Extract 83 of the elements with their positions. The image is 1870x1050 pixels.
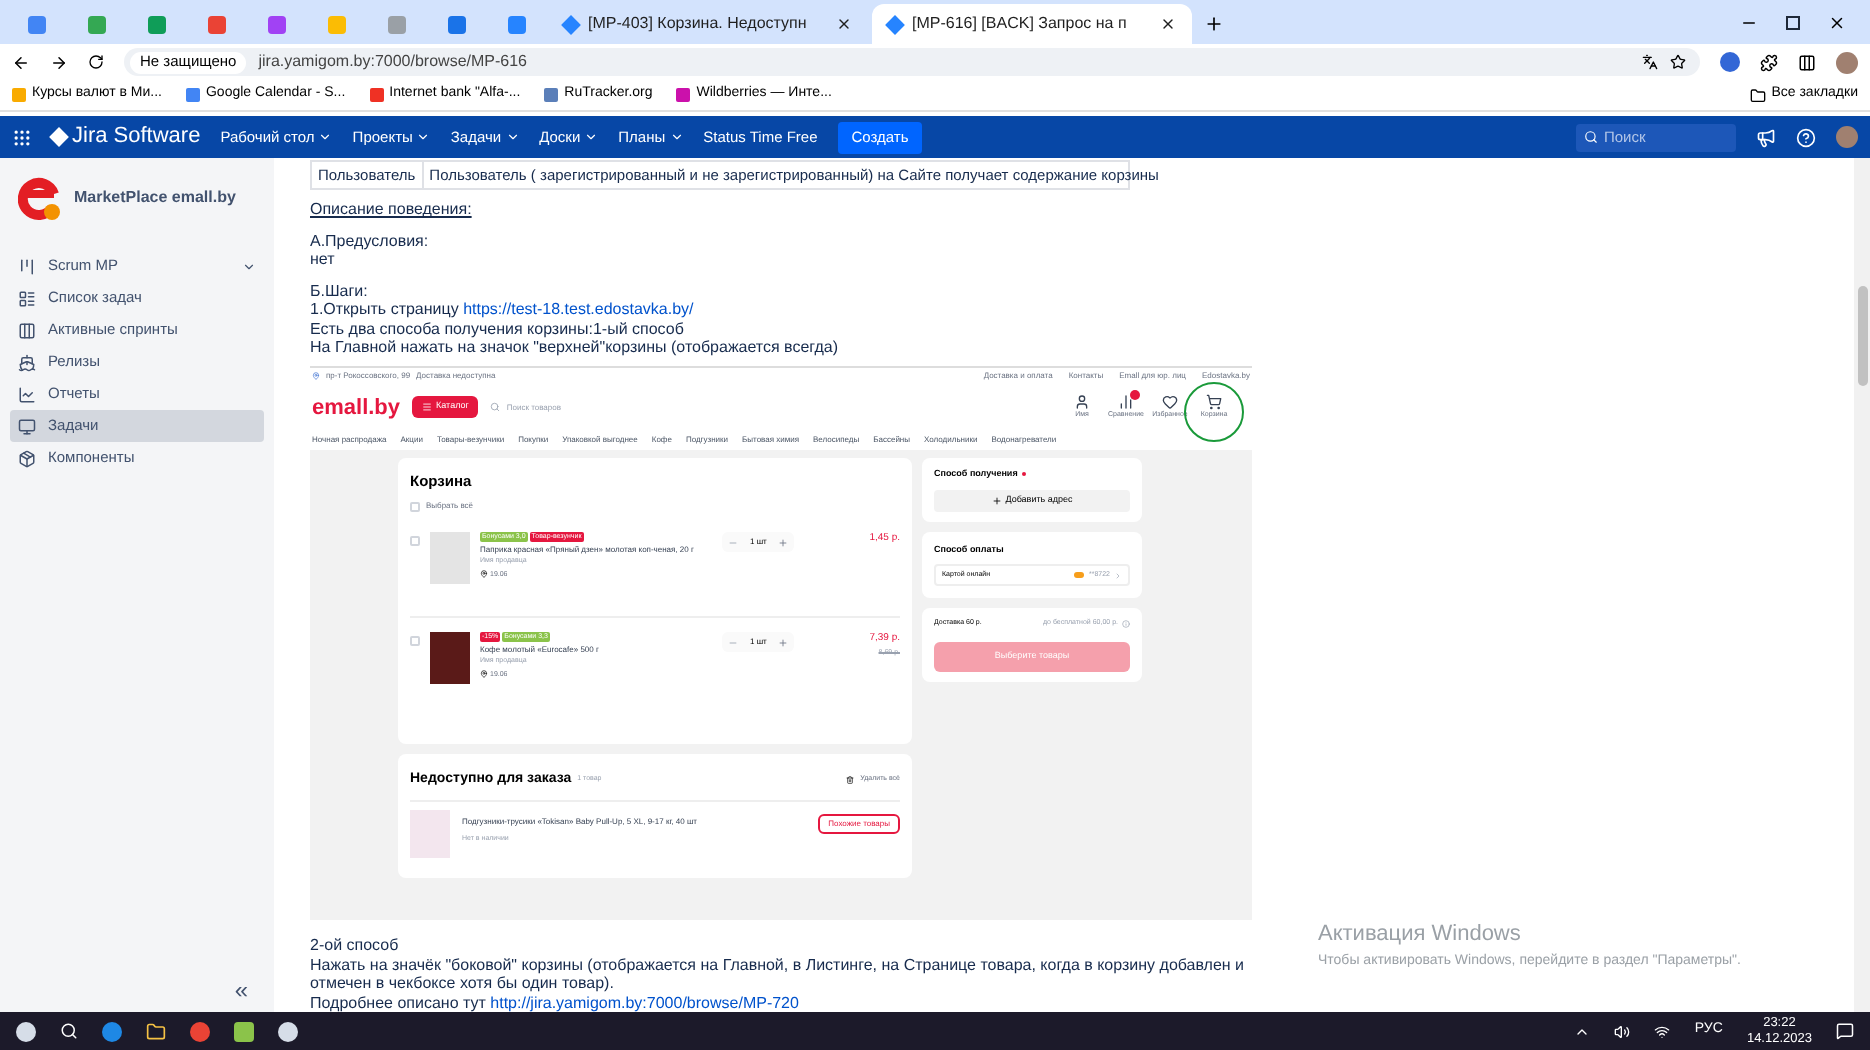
jira-favicon [561,14,581,34]
megaphone-icon[interactable] [1756,127,1776,147]
heart-icon[interactable] [1162,394,1178,411]
checkbox[interactable] [410,636,420,646]
pin-icon [480,670,488,679]
search-icon [490,402,501,413]
trash-icon[interactable] [846,776,855,784]
folder-icon [1749,87,1766,103]
card-logo-icon [1074,572,1085,579]
pin-icon [312,372,320,381]
translate-icon[interactable] [1642,54,1658,70]
jira-favicon [885,14,905,34]
new-tab-icon[interactable] [1204,14,1224,34]
description-line: нет [310,250,335,270]
help-icon[interactable] [1796,127,1816,147]
chevron-icon[interactable] [318,130,333,144]
scrollbar-thumb[interactable] [1857,286,1867,386]
checkbox[interactable] [410,536,420,546]
project-logo-icon [18,174,62,222]
network-icon[interactable] [1654,1023,1671,1039]
plus-icon [991,495,1002,505]
taskbar-app-icon[interactable] [234,1021,254,1041]
checkbox[interactable] [410,501,420,511]
close-icon[interactable] [1160,16,1176,32]
collapse-sidebar-button[interactable]: « [234,972,248,1008]
pin-icon [480,570,488,579]
folder-icon[interactable] [146,1021,166,1041]
description-line: Описание поведения: [310,200,472,220]
jira-brand[interactable]: Jira Software [72,120,201,154]
chevron-icon[interactable] [669,130,684,144]
compare-icon[interactable] [1118,394,1134,411]
sidebar-item-icon [18,257,36,275]
sidebar-item-icon [18,449,36,467]
chevron-icon[interactable] [242,259,256,273]
close-window-icon[interactable] [1828,14,1846,32]
description-line: Нажать на значёк "боковой" корзины (отображается на Главной, в Листинге, на Странице товара, когда в корзину добавлен и отмечен в чекбоксе хотя бы один товар). [310,955,1247,993]
notifications-icon[interactable] [1836,1022,1854,1040]
sidebar-item-icon [18,321,36,339]
cart-icon[interactable] [1206,394,1222,411]
sidebar-item-icon [18,417,36,435]
browser-tab[interactable]: [MP-403] Корзина. Недоступн [548,4,868,44]
url-link[interactable]: http://jira.yamigom.by:7000/browse/MP-720 [490,993,799,1011]
description-line: 2-ой способ [310,936,399,955]
browser-tab[interactable]: [MP-616] [BACK] Запрос на п [872,4,1192,44]
sidebar-item-icon [18,353,36,371]
menu-icon [422,402,433,413]
search-icon[interactable] [60,1022,78,1040]
sidebar-item-icon [18,289,36,307]
extensions-icon[interactable] [1760,53,1778,71]
chevron-icon[interactable] [584,130,599,144]
description-line: 1.Открыть страницу https://test-18.test.edostavka.by/ [310,300,694,320]
description-line: Б.Шаги: [310,281,368,301]
avatar[interactable] [1836,51,1858,73]
shop-logo[interactable]: emall.by [312,391,401,424]
project-name[interactable]: MarketPlace emall.by [74,186,236,210]
chevron-icon[interactable] [416,130,431,144]
url-text: jira.yamigom.by:7000/browse/MP-616 [258,50,527,74]
reload-icon[interactable] [88,54,104,70]
forward-icon[interactable] [50,53,68,71]
app-switcher-icon[interactable] [12,127,32,147]
speaker-icon[interactable] [1614,1023,1631,1039]
description-line: На Главной нажать на значок "верхней"корзины (отображается всегда) [310,338,839,358]
description-line: Подробнее описано тут http://jira.yamigom.by:7000/browse/MP-720 [310,993,799,1012]
product-photo-placeholder [430,632,470,684]
search-icon [1584,130,1598,144]
url-link[interactable]: https://test-18.test.edostavka.by/ [463,300,694,319]
back-icon[interactable] [12,53,30,71]
jira-logo-icon [49,127,69,147]
product-photo-placeholder [430,532,470,584]
taskbar-app-icon[interactable] [278,1021,298,1041]
bookmark-star-icon[interactable] [1670,54,1686,70]
product-photo-placeholder [410,810,450,859]
description-line: А.Предусловия: [310,231,429,251]
chevron-icon[interactable] [505,130,520,144]
restore-icon[interactable] [1786,16,1800,30]
close-icon[interactable] [836,16,852,32]
description-line: Есть два способа получения корзины:1-ый способ [310,319,684,339]
side-panel-icon[interactable] [1798,53,1816,71]
activation-title: Активация Windows [1318,920,1523,950]
start-icon[interactable] [16,1021,36,1041]
sidebar-item-icon [18,385,36,403]
profile-icon[interactable] [1720,52,1740,72]
user-icon[interactable] [1074,394,1090,411]
